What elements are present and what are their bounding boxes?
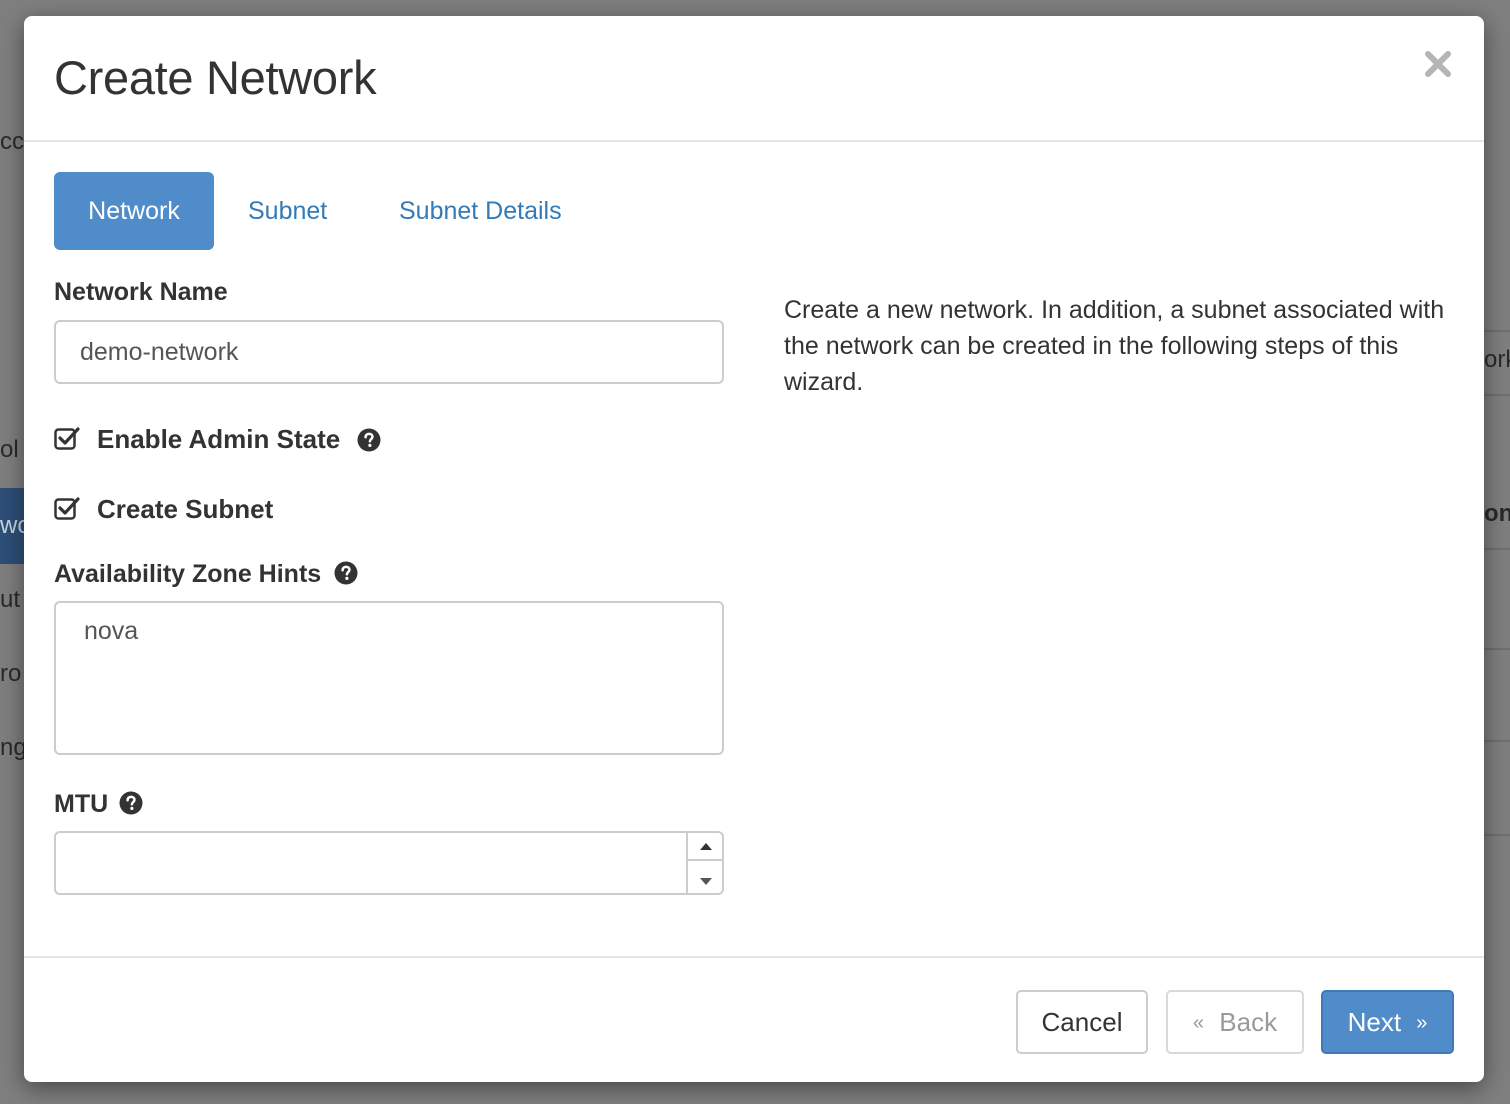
modal-title: Create Network bbox=[54, 51, 377, 104]
background-text-fragment: ork bbox=[1484, 346, 1510, 373]
background-text-fragment: cc bbox=[0, 128, 24, 155]
background-text-fragment: ro bbox=[0, 660, 22, 687]
create-network-modal: Create Network Network Subnet Subnet Det… bbox=[24, 16, 1484, 1082]
next-button[interactable]: Next » bbox=[1321, 990, 1454, 1054]
availability-zone-hints-label: Availability Zone Hints bbox=[54, 560, 358, 592]
background-divider bbox=[1484, 548, 1510, 550]
network-name-label: Network Name bbox=[54, 278, 228, 306]
back-button[interactable]: « Back bbox=[1166, 990, 1304, 1054]
background-text-fragment: one bbox=[1484, 500, 1510, 527]
close-icon[interactable] bbox=[1420, 46, 1456, 82]
create-subnet-label: Create Subnet bbox=[97, 494, 274, 524]
increment-arrow-icon[interactable] bbox=[688, 831, 724, 861]
back-chevron-icon: « bbox=[1192, 1012, 1205, 1034]
background-divider bbox=[1484, 648, 1510, 650]
mtu-stepper bbox=[686, 831, 724, 895]
background-text-fragment: ol bbox=[0, 436, 19, 463]
decrement-arrow-icon[interactable] bbox=[688, 865, 724, 895]
question-circle-icon[interactable] bbox=[357, 428, 381, 457]
next-chevron-icon: » bbox=[1416, 1012, 1428, 1034]
mtu-input[interactable] bbox=[54, 831, 724, 895]
background-divider bbox=[1484, 394, 1510, 396]
cancel-button[interactable]: Cancel bbox=[1016, 990, 1148, 1054]
tab-network[interactable]: Network bbox=[54, 172, 214, 250]
enable-admin-state-row: Enable Admin State bbox=[54, 422, 454, 462]
background-divider bbox=[1484, 834, 1510, 836]
enable-admin-state-label: Enable Admin State bbox=[97, 424, 341, 454]
question-circle-icon[interactable] bbox=[334, 561, 358, 592]
modal-header: Create Network bbox=[24, 16, 1484, 142]
modal-footer: Cancel « Back Next » bbox=[24, 956, 1484, 1082]
network-description: Create a new network. In addition, a sub… bbox=[784, 296, 1445, 396]
back-button-label: Back bbox=[1219, 1007, 1278, 1037]
mtu-label: MTU bbox=[54, 790, 143, 822]
enable-admin-state-checkbox[interactable] bbox=[54, 426, 80, 452]
create-subnet-row: Create Subnet bbox=[54, 492, 354, 532]
background-text-fragment: ng bbox=[0, 734, 27, 761]
background-divider bbox=[1484, 740, 1510, 742]
network-name-input[interactable] bbox=[54, 320, 724, 384]
create-subnet-checkbox[interactable] bbox=[54, 496, 80, 522]
next-button-label: Next bbox=[1347, 1007, 1402, 1037]
question-circle-icon[interactable] bbox=[119, 791, 143, 822]
mtu-number-field bbox=[54, 831, 724, 895]
tab-subnet[interactable]: Subnet bbox=[248, 172, 327, 250]
availability-zone-hints-select[interactable]: nova bbox=[54, 601, 724, 755]
tab-subnet-details[interactable]: Subnet Details bbox=[399, 172, 562, 250]
availability-zone-option[interactable]: nova bbox=[84, 617, 694, 646]
mtu-label-text: MTU bbox=[54, 790, 109, 818]
background-divider bbox=[1484, 330, 1510, 332]
background-text-fragment: ut bbox=[0, 586, 21, 613]
availability-zone-hints-label-text: Availability Zone Hints bbox=[54, 560, 322, 588]
